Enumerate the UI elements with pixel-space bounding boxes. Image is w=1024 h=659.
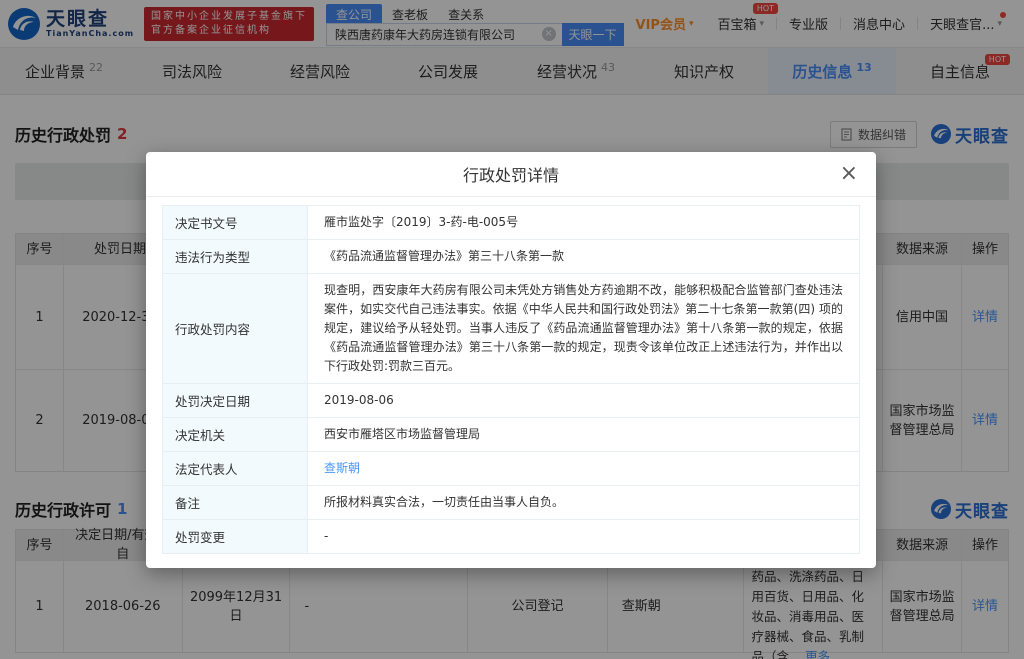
detail-label: 决定机关 [163, 418, 308, 451]
close-icon[interactable]: × [840, 160, 858, 188]
penalty-detail-table: 决定书文号 雁市监处字〔2019〕3-药-电-005号 违法行为类型 《药品流通… [162, 205, 860, 554]
detail-label: 处罚决定日期 [163, 384, 308, 417]
modal-title: 行政处罚详情 [463, 162, 559, 186]
detail-row-decision-authority: 决定机关 西安市雁塔区市场监督管理局 [163, 417, 859, 451]
modal-body: 决定书文号 雁市监处字〔2019〕3-药-电-005号 违法行为类型 《药品流通… [146, 197, 876, 568]
detail-value: 现查明，西安康年大药房有限公司未凭处方销售处方药逾期不改，能够积极配合监管部门查… [308, 274, 859, 383]
page: 天眼查 TianYanCha.com 国家中小企业发展子基金旗下 官方备案企业征… [0, 0, 1024, 659]
modal-header: 行政处罚详情 × [146, 152, 876, 197]
detail-row-penalty-change: 处罚变更 - [163, 519, 859, 553]
detail-value: 雁市监处字〔2019〕3-药-电-005号 [308, 206, 859, 239]
detail-value: 所报材料真实合法，一切责任由当事人自负。 [308, 486, 859, 519]
detail-row-violation-type: 违法行为类型 《药品流通监督管理办法》第三十八条第一款 [163, 239, 859, 273]
detail-value: - [308, 520, 859, 553]
detail-value: 西安市雁塔区市场监督管理局 [308, 418, 859, 451]
detail-label: 行政处罚内容 [163, 274, 308, 383]
detail-row-penalty-content: 行政处罚内容 现查明，西安康年大药房有限公司未凭处方销售处方药逾期不改，能够积极… [163, 273, 859, 383]
detail-label: 备注 [163, 486, 308, 519]
detail-label: 处罚变更 [163, 520, 308, 553]
detail-label: 法定代表人 [163, 452, 308, 485]
detail-value: 《药品流通监督管理办法》第三十八条第一款 [308, 240, 859, 273]
detail-value: 2019-08-06 [308, 384, 859, 417]
legal-representative-link[interactable]: 查斯朝 [324, 461, 360, 475]
detail-value: 查斯朝 [308, 452, 859, 485]
penalty-detail-modal: 行政处罚详情 × 决定书文号 雁市监处字〔2019〕3-药-电-005号 违法行… [146, 152, 876, 568]
detail-label: 违法行为类型 [163, 240, 308, 273]
detail-row-legal-representative: 法定代表人 查斯朝 [163, 451, 859, 485]
detail-label: 决定书文号 [163, 206, 308, 239]
detail-row-remark: 备注 所报材料真实合法，一切责任由当事人自负。 [163, 485, 859, 519]
detail-row-doc-no: 决定书文号 雁市监处字〔2019〕3-药-电-005号 [163, 206, 859, 239]
detail-row-decision-date: 处罚决定日期 2019-08-06 [163, 383, 859, 417]
